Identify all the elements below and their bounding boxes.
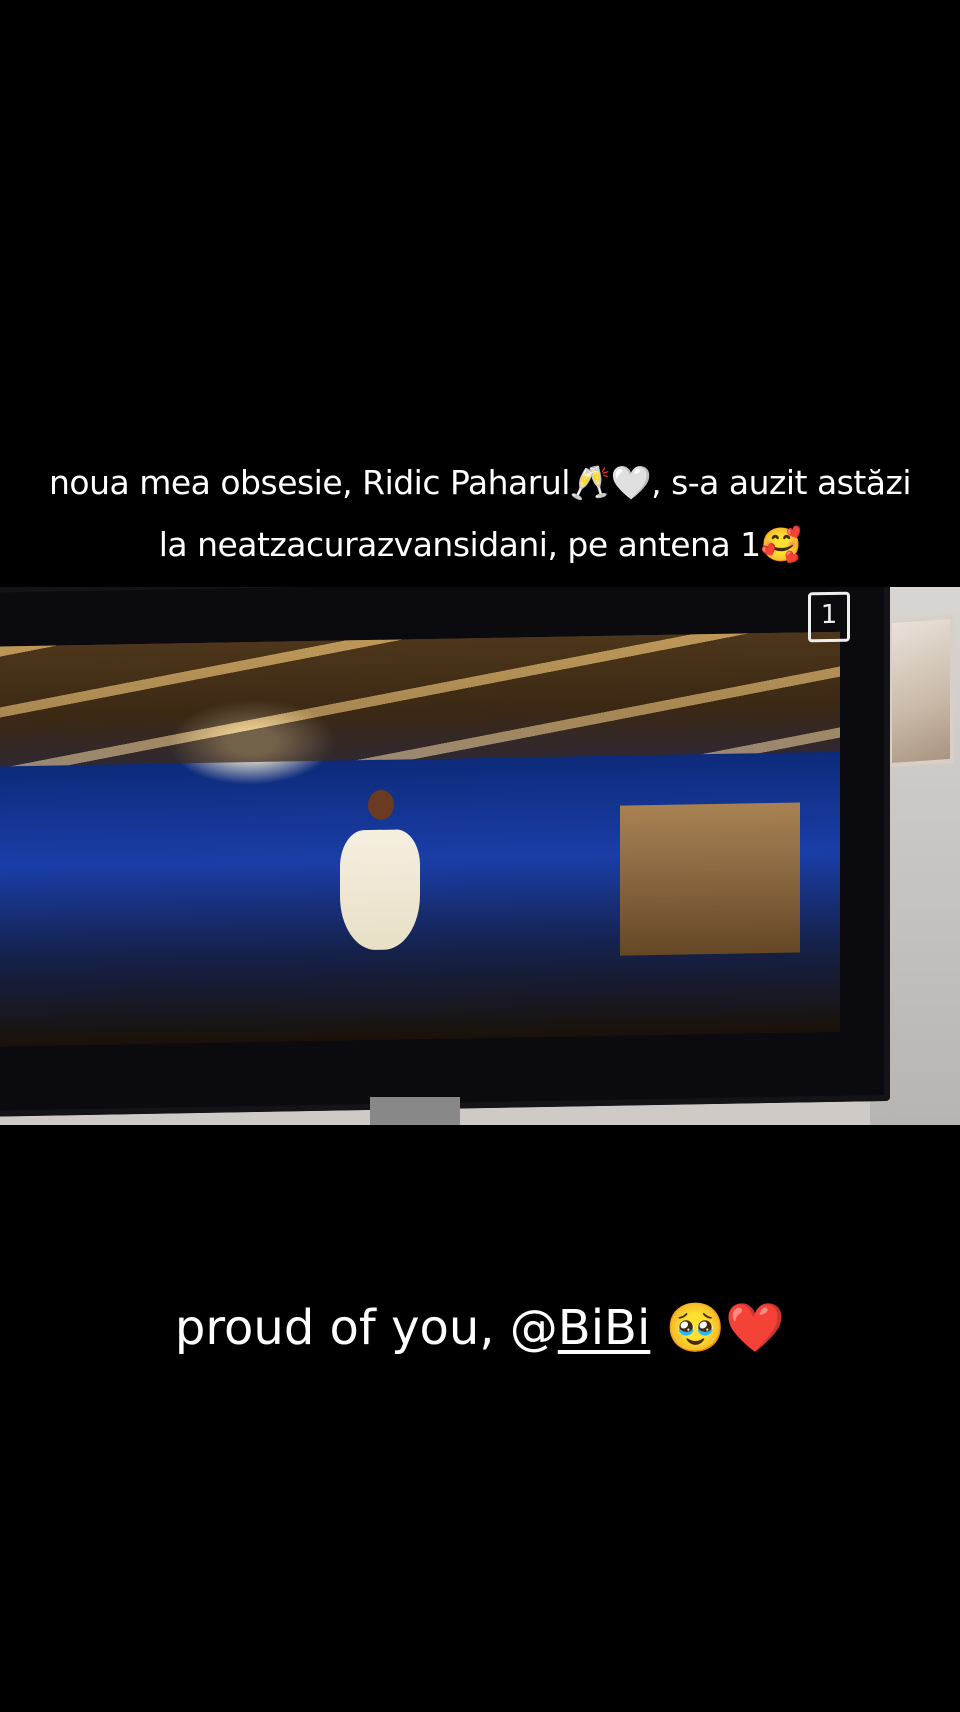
scene-beams xyxy=(0,631,840,767)
bottom-caption-suffix: 🥹❤️ xyxy=(650,1300,786,1356)
top-caption: noua mea obsesie, Ridic Paharul🥂🤍, s-a a… xyxy=(0,452,960,576)
top-caption-line-2: la neatzacurazvansidani, pe antena 1🥰 xyxy=(158,525,802,564)
tv-stand xyxy=(370,1097,460,1125)
mention-link[interactable]: BiBi xyxy=(558,1300,651,1356)
top-caption-line-1: noua mea obsesie, Ridic Paharul🥂🤍, s-a a… xyxy=(48,463,912,502)
bottom-caption-prefix: proud of you, @ xyxy=(174,1300,558,1356)
tv-screen: 1 xyxy=(0,587,890,1117)
dancer-figure xyxy=(330,749,430,1011)
music-video-scene xyxy=(0,631,840,1047)
wall-picture-frame xyxy=(888,614,954,768)
scene-shelf xyxy=(620,802,800,956)
bottom-caption: proud of you, @BiBi 🥹❤️ xyxy=(0,1296,960,1360)
video-frame[interactable]: 1 xyxy=(0,587,960,1125)
dancer-dress xyxy=(340,829,420,951)
tv-channel-logo-icon: 1 xyxy=(808,591,850,643)
dancer-head xyxy=(368,789,394,821)
